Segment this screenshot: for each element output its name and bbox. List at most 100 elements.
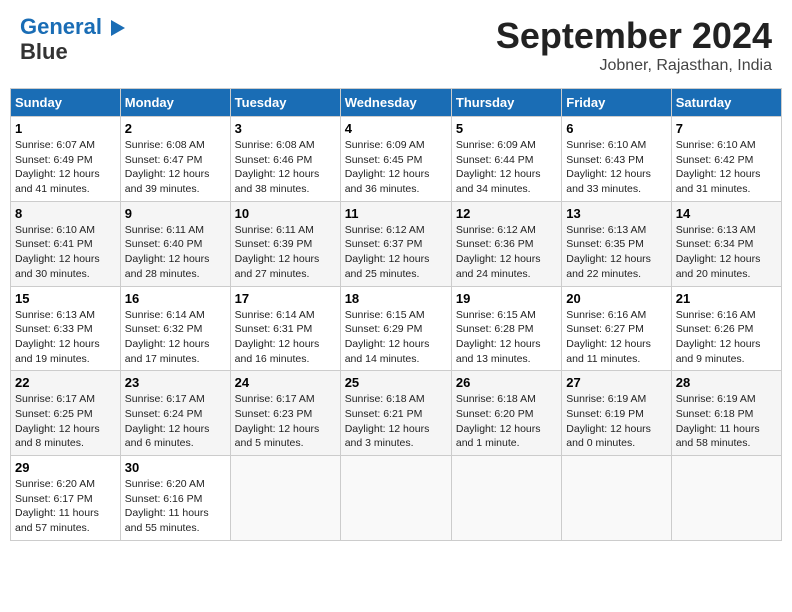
day-number: 5 (456, 121, 557, 136)
day-info: Sunrise: 6:18 AM Sunset: 6:21 PM Dayligh… (345, 392, 447, 451)
day-number: 16 (125, 291, 226, 306)
calendar-cell: 18 Sunrise: 6:15 AM Sunset: 6:29 PM Dayl… (340, 286, 451, 371)
calendar-header-row: SundayMondayTuesdayWednesdayThursdayFrid… (11, 89, 782, 117)
day-number: 8 (15, 206, 116, 221)
logo-arrow-icon (111, 20, 125, 36)
day-number: 10 (235, 206, 336, 221)
calendar-cell: 11 Sunrise: 6:12 AM Sunset: 6:37 PM Dayl… (340, 201, 451, 286)
calendar-cell: 24 Sunrise: 6:17 AM Sunset: 6:23 PM Dayl… (230, 371, 340, 456)
calendar-week-2: 8 Sunrise: 6:10 AM Sunset: 6:41 PM Dayli… (11, 201, 782, 286)
calendar-cell: 27 Sunrise: 6:19 AM Sunset: 6:19 PM Dayl… (562, 371, 671, 456)
calendar-cell (451, 456, 561, 541)
calendar-cell: 14 Sunrise: 6:13 AM Sunset: 6:34 PM Dayl… (671, 201, 781, 286)
calendar-cell: 25 Sunrise: 6:18 AM Sunset: 6:21 PM Dayl… (340, 371, 451, 456)
day-number: 26 (456, 375, 557, 390)
day-info: Sunrise: 6:19 AM Sunset: 6:19 PM Dayligh… (566, 392, 666, 451)
day-number: 1 (15, 121, 116, 136)
calendar-cell: 19 Sunrise: 6:15 AM Sunset: 6:28 PM Dayl… (451, 286, 561, 371)
day-info: Sunrise: 6:15 AM Sunset: 6:28 PM Dayligh… (456, 308, 557, 367)
calendar-cell: 16 Sunrise: 6:14 AM Sunset: 6:32 PM Dayl… (120, 286, 230, 371)
calendar-cell (562, 456, 671, 541)
col-header-saturday: Saturday (671, 89, 781, 117)
calendar-cell: 10 Sunrise: 6:11 AM Sunset: 6:39 PM Dayl… (230, 201, 340, 286)
day-info: Sunrise: 6:20 AM Sunset: 6:17 PM Dayligh… (15, 477, 116, 536)
logo-blue: Blue (20, 39, 125, 65)
day-info: Sunrise: 6:09 AM Sunset: 6:45 PM Dayligh… (345, 138, 447, 197)
calendar-week-3: 15 Sunrise: 6:13 AM Sunset: 6:33 PM Dayl… (11, 286, 782, 371)
calendar-cell: 29 Sunrise: 6:20 AM Sunset: 6:17 PM Dayl… (11, 456, 121, 541)
day-info: Sunrise: 6:18 AM Sunset: 6:20 PM Dayligh… (456, 392, 557, 451)
day-info: Sunrise: 6:14 AM Sunset: 6:32 PM Dayligh… (125, 308, 226, 367)
day-info: Sunrise: 6:13 AM Sunset: 6:33 PM Dayligh… (15, 308, 116, 367)
day-number: 17 (235, 291, 336, 306)
calendar-cell: 7 Sunrise: 6:10 AM Sunset: 6:42 PM Dayli… (671, 117, 781, 202)
day-number: 12 (456, 206, 557, 221)
col-header-tuesday: Tuesday (230, 89, 340, 117)
day-info: Sunrise: 6:16 AM Sunset: 6:26 PM Dayligh… (676, 308, 777, 367)
day-info: Sunrise: 6:08 AM Sunset: 6:47 PM Dayligh… (125, 138, 226, 197)
day-info: Sunrise: 6:17 AM Sunset: 6:24 PM Dayligh… (125, 392, 226, 451)
day-number: 6 (566, 121, 666, 136)
day-info: Sunrise: 6:14 AM Sunset: 6:31 PM Dayligh… (235, 308, 336, 367)
col-header-wednesday: Wednesday (340, 89, 451, 117)
day-number: 7 (676, 121, 777, 136)
day-info: Sunrise: 6:17 AM Sunset: 6:25 PM Dayligh… (15, 392, 116, 451)
calendar-table: SundayMondayTuesdayWednesdayThursdayFrid… (10, 88, 782, 541)
calendar-cell: 20 Sunrise: 6:16 AM Sunset: 6:27 PM Dayl… (562, 286, 671, 371)
page-header: General Blue September 2024 Jobner, Raja… (10, 10, 782, 80)
day-info: Sunrise: 6:13 AM Sunset: 6:35 PM Dayligh… (566, 223, 666, 282)
logo-text: General (20, 15, 125, 39)
day-info: Sunrise: 6:12 AM Sunset: 6:37 PM Dayligh… (345, 223, 447, 282)
calendar-cell: 8 Sunrise: 6:10 AM Sunset: 6:41 PM Dayli… (11, 201, 121, 286)
day-number: 18 (345, 291, 447, 306)
calendar-cell: 13 Sunrise: 6:13 AM Sunset: 6:35 PM Dayl… (562, 201, 671, 286)
day-info: Sunrise: 6:11 AM Sunset: 6:40 PM Dayligh… (125, 223, 226, 282)
calendar-cell: 12 Sunrise: 6:12 AM Sunset: 6:36 PM Dayl… (451, 201, 561, 286)
day-info: Sunrise: 6:15 AM Sunset: 6:29 PM Dayligh… (345, 308, 447, 367)
calendar-cell: 23 Sunrise: 6:17 AM Sunset: 6:24 PM Dayl… (120, 371, 230, 456)
col-header-thursday: Thursday (451, 89, 561, 117)
day-number: 28 (676, 375, 777, 390)
day-number: 11 (345, 206, 447, 221)
day-info: Sunrise: 6:08 AM Sunset: 6:46 PM Dayligh… (235, 138, 336, 197)
day-number: 2 (125, 121, 226, 136)
calendar-cell: 22 Sunrise: 6:17 AM Sunset: 6:25 PM Dayl… (11, 371, 121, 456)
calendar-cell (340, 456, 451, 541)
day-number: 25 (345, 375, 447, 390)
calendar-week-4: 22 Sunrise: 6:17 AM Sunset: 6:25 PM Dayl… (11, 371, 782, 456)
logo-general: General (20, 14, 102, 39)
calendar-cell: 15 Sunrise: 6:13 AM Sunset: 6:33 PM Dayl… (11, 286, 121, 371)
day-info: Sunrise: 6:09 AM Sunset: 6:44 PM Dayligh… (456, 138, 557, 197)
day-info: Sunrise: 6:10 AM Sunset: 6:41 PM Dayligh… (15, 223, 116, 282)
day-info: Sunrise: 6:19 AM Sunset: 6:18 PM Dayligh… (676, 392, 777, 451)
day-number: 23 (125, 375, 226, 390)
day-info: Sunrise: 6:20 AM Sunset: 6:16 PM Dayligh… (125, 477, 226, 536)
day-number: 19 (456, 291, 557, 306)
day-number: 21 (676, 291, 777, 306)
month-title: September 2024 (496, 15, 772, 57)
day-number: 13 (566, 206, 666, 221)
title-block: September 2024 Jobner, Rajasthan, India (496, 15, 772, 75)
calendar-cell: 1 Sunrise: 6:07 AM Sunset: 6:49 PM Dayli… (11, 117, 121, 202)
day-info: Sunrise: 6:13 AM Sunset: 6:34 PM Dayligh… (676, 223, 777, 282)
logo: General Blue (20, 15, 125, 65)
day-info: Sunrise: 6:07 AM Sunset: 6:49 PM Dayligh… (15, 138, 116, 197)
day-number: 29 (15, 460, 116, 475)
day-number: 22 (15, 375, 116, 390)
calendar-cell (671, 456, 781, 541)
calendar-cell: 9 Sunrise: 6:11 AM Sunset: 6:40 PM Dayli… (120, 201, 230, 286)
day-number: 24 (235, 375, 336, 390)
calendar-cell: 26 Sunrise: 6:18 AM Sunset: 6:20 PM Dayl… (451, 371, 561, 456)
col-header-friday: Friday (562, 89, 671, 117)
calendar-cell: 4 Sunrise: 6:09 AM Sunset: 6:45 PM Dayli… (340, 117, 451, 202)
calendar-cell: 2 Sunrise: 6:08 AM Sunset: 6:47 PM Dayli… (120, 117, 230, 202)
day-info: Sunrise: 6:10 AM Sunset: 6:43 PM Dayligh… (566, 138, 666, 197)
calendar-cell: 3 Sunrise: 6:08 AM Sunset: 6:46 PM Dayli… (230, 117, 340, 202)
day-info: Sunrise: 6:16 AM Sunset: 6:27 PM Dayligh… (566, 308, 666, 367)
calendar-cell: 28 Sunrise: 6:19 AM Sunset: 6:18 PM Dayl… (671, 371, 781, 456)
col-header-sunday: Sunday (11, 89, 121, 117)
day-number: 14 (676, 206, 777, 221)
day-number: 30 (125, 460, 226, 475)
day-number: 4 (345, 121, 447, 136)
calendar-cell: 5 Sunrise: 6:09 AM Sunset: 6:44 PM Dayli… (451, 117, 561, 202)
